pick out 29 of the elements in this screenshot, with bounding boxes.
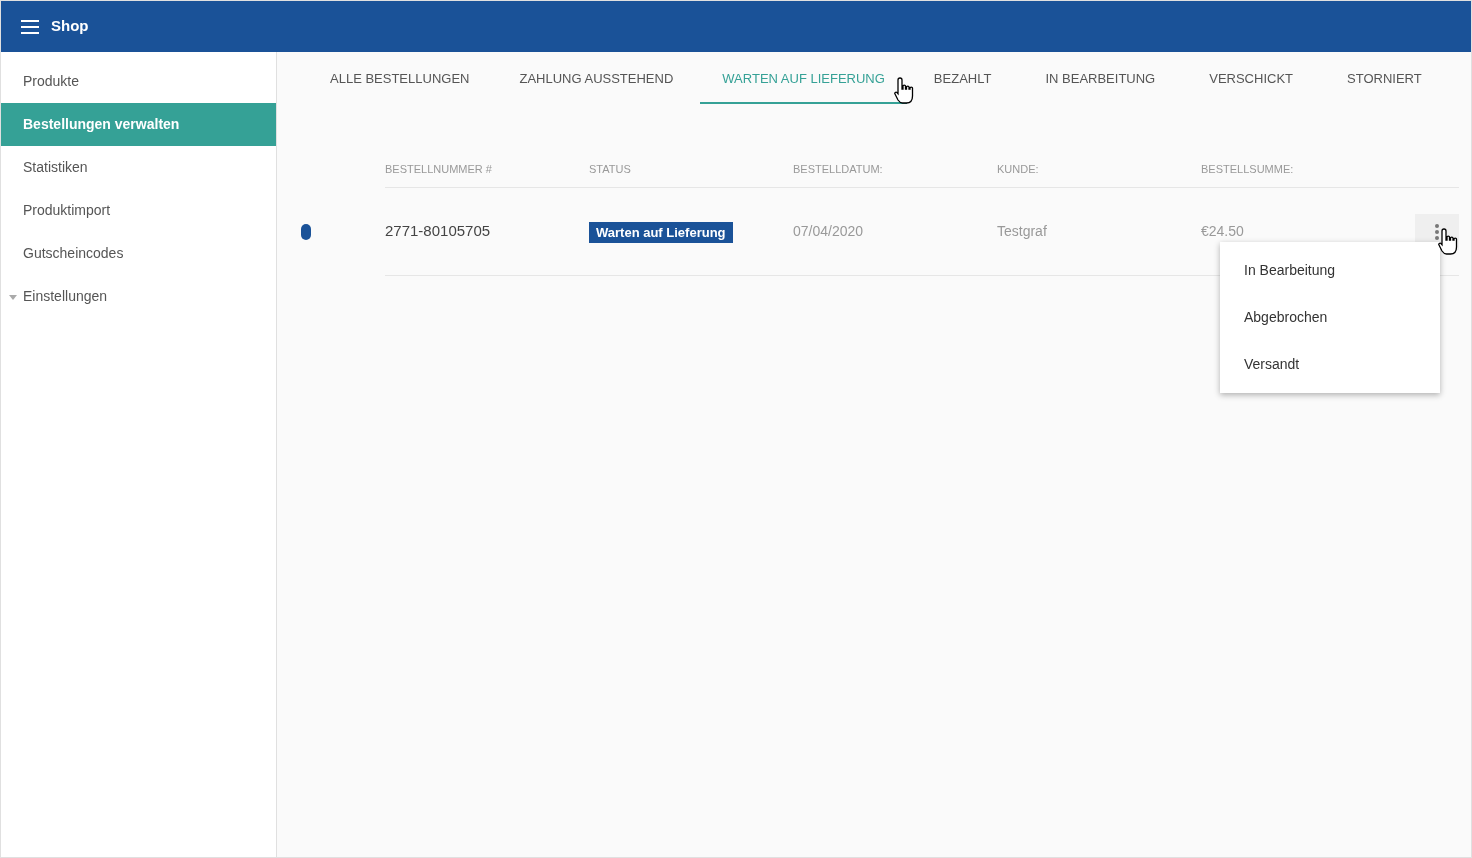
column-header: KUNDE: (997, 162, 1040, 178)
table-cell-text: Testgraf (997, 222, 1048, 241)
table-cell-text: 07/04/2020 (793, 222, 865, 241)
menu-item[interactable]: In Bearbeitung (1220, 247, 1440, 294)
table-cell-text: €24.50 (1201, 222, 1245, 241)
status-badge: Warten auf Lieferung (589, 221, 733, 243)
tab[interactable]: BEZAHLT (906, 52, 1019, 104)
sidebar-item[interactable]: Einstellungen (1, 275, 276, 318)
menu-item[interactable]: Versandt (1220, 341, 1440, 388)
column-header: BESTELLSUMME: (1201, 162, 1295, 178)
hand-cursor-icon (894, 76, 916, 106)
menu-icon[interactable] (21, 19, 39, 34)
tab[interactable]: ZAHLUNG AUSSTEHEND (492, 52, 701, 104)
sidebar-item[interactable]: Produkte (1, 60, 276, 103)
column-header: STATUS (589, 162, 632, 178)
tab[interactable]: VERSCHICKT (1182, 52, 1320, 104)
menu-item[interactable]: Abgebrochen (1220, 294, 1440, 341)
tab[interactable]: ALLE BESTELLUNGEN (307, 52, 493, 104)
app-title: Shop (51, 16, 89, 37)
column-header: BESTELLDATUM: (793, 162, 884, 178)
tab[interactable]: IN BEARBEITUNG (1018, 52, 1183, 104)
tab[interactable]: STORNIERT (1320, 52, 1449, 104)
sidebar-item[interactable]: Gutscheincodes (1, 232, 276, 275)
sidebar-item[interactable]: Produktimport (1, 189, 276, 232)
sidebar-item[interactable]: Statistiken (1, 146, 276, 189)
caret-icon (9, 295, 17, 300)
column-header: BESTELLNUMMER # (385, 162, 493, 178)
more-vertical-icon (1435, 223, 1439, 240)
order-number: 2771-80105705 (385, 221, 492, 242)
